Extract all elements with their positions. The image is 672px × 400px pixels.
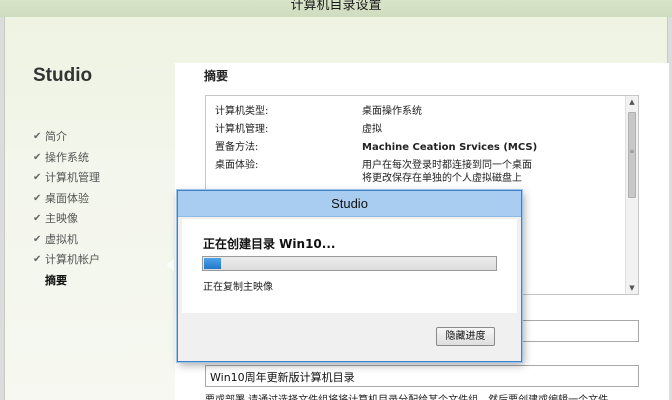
summary-row: 计算机管理: 虚拟 xyxy=(215,123,602,136)
nav-step-label: 计算机帐户 xyxy=(45,253,100,266)
nav-step-label: 计算机管理 xyxy=(45,171,100,184)
dialog-body: 正在创建目录 Win10... 正在复制主映像 xyxy=(182,219,517,313)
hide-progress-button[interactable]: 隐藏进度 xyxy=(436,327,495,346)
nav-step-6: ✔ 计算机帐户 xyxy=(33,252,100,273)
checkmark-icon: ✔ xyxy=(33,172,42,183)
summary-value: 虚拟 xyxy=(362,124,382,135)
description-text: 要或部署 请通过选择文件组将将计算机目录分配给某个文件组，然后要创建或编辑一个文… xyxy=(205,392,645,400)
nav-step-label: 简介 xyxy=(45,130,67,143)
catalog-name-field[interactable]: Win10周年更新版计算机目录 xyxy=(205,365,639,387)
summary-key: 桌面体验: xyxy=(215,160,259,171)
checkmark-icon: ✔ xyxy=(33,131,42,142)
summary-row: 置备方法: Machine Ceation Srvices (MCS) xyxy=(215,141,602,154)
brand-title: Studio xyxy=(33,65,93,86)
summary-value: 桌面操作系统 xyxy=(362,106,422,117)
nav-step-label: 摘要 xyxy=(45,273,67,287)
checkmark-icon: ✔ xyxy=(33,213,42,224)
progress-bar xyxy=(202,256,497,271)
dialog-status: 正在复制主映像 xyxy=(203,282,273,293)
summary-key: 置备方法: xyxy=(215,142,259,153)
nav-step-label: 桌面体验 xyxy=(45,191,89,205)
nav-step-label: 主映像 xyxy=(45,212,78,225)
scroll-thumb[interactable] xyxy=(628,112,636,198)
progress-fill xyxy=(204,258,221,269)
wizard-steps-nav: ✔简介✔操作系统✔计算机管理✔桌面体验✔主映像✔虚拟机✔计算机帐户✔摘要 xyxy=(33,129,100,293)
nav-step-7: ✔摘要 xyxy=(33,273,100,294)
summary-scrollbar[interactable]: ▲ ≡ ▼ xyxy=(625,96,638,294)
summary-key: 计算机管理: xyxy=(215,124,269,135)
summary-value: 用户在每次登录时都连接到同一个桌面 将更改保存在单独的个人虚拟磁盘上 xyxy=(362,160,532,184)
checkmark-icon: ✔ xyxy=(33,254,42,265)
nav-step-1: ✔ 操作系统 xyxy=(33,150,100,171)
summary-value: Machine Ceation Srvices (MCS) xyxy=(362,142,538,153)
window-title-bar: 计算机目录设置 xyxy=(0,0,672,17)
summary-key: 计算机类型: xyxy=(215,106,269,117)
checkmark-icon: ✔ xyxy=(33,192,42,204)
summary-row: 计算机类型: 桌面操作系统 xyxy=(215,105,602,118)
scroll-down-arrow-icon[interactable]: ▼ xyxy=(626,282,638,294)
checkmark-icon: ✔ xyxy=(33,233,42,245)
dialog-title: Studio xyxy=(178,191,521,217)
page-title: 摘要 xyxy=(204,69,229,83)
nav-step-2: ✔ 计算机管理 xyxy=(33,170,100,191)
summary-table: 计算机类型: 桌面操作系统计算机管理: 虚拟置备方法: Machine Ceation… xyxy=(215,105,602,190)
summary-row: 桌面体验: 用户在每次登录时都连接到同一个桌面 将更改保存在单独的个人虚拟磁盘上 xyxy=(215,159,602,185)
current-step-pointer-icon xyxy=(167,258,174,272)
nav-step-label: 虚拟机 xyxy=(45,232,78,246)
progress-dialog: Studio 正在创建目录 Win10... 正在复制主映像 隐藏进度 xyxy=(177,190,522,362)
nav-step-0: ✔ 简介 xyxy=(33,129,100,150)
window-title: 计算机目录设置 xyxy=(290,0,382,13)
checkmark-icon: ✔ xyxy=(33,151,42,163)
nav-step-3: ✔ 桌面体验 xyxy=(33,191,100,212)
dialog-heading: 正在创建目录 Win10... xyxy=(203,237,336,251)
dialog-footer: 隐藏进度 xyxy=(182,313,517,357)
nav-step-4: ✔ 主映像 xyxy=(33,211,100,232)
scroll-grip-icon: ≡ xyxy=(629,148,635,155)
nav-step-label: 操作系统 xyxy=(45,150,89,164)
nav-step-5: ✔ 虚拟机 xyxy=(33,232,100,253)
scroll-up-arrow-icon[interactable]: ▲ xyxy=(626,96,638,108)
